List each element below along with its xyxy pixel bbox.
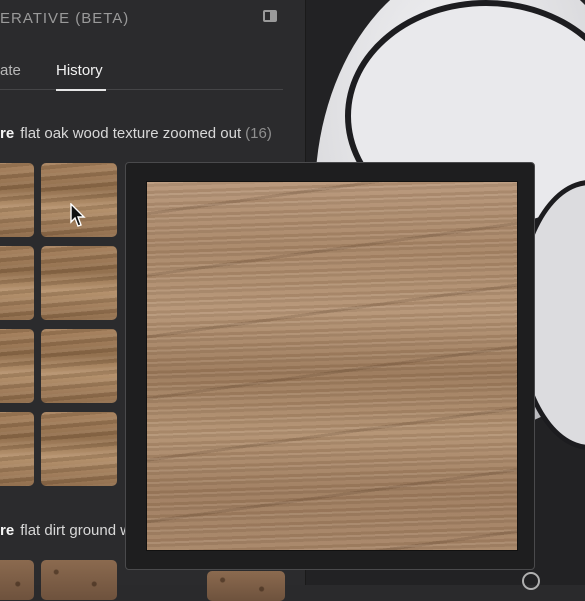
history-thumbnail[interactable]	[0, 329, 34, 403]
history-prompt-row[interactable]: re flat oak wood texture zoomed out (16)	[0, 125, 272, 142]
history-keyword: re	[0, 522, 15, 539]
tab-history[interactable]: History	[56, 62, 103, 79]
history-prompt-text: flat oak wood texture zoomed out	[20, 125, 242, 142]
panel-toggle-icon[interactable]	[263, 10, 277, 22]
history-thumbnail[interactable]	[41, 246, 117, 320]
history-prompt-text: flat dirt ground w	[20, 522, 132, 539]
history-thumbnail[interactable]	[0, 412, 34, 486]
history-prompt-row[interactable]: re flat dirt ground w	[0, 522, 131, 539]
history-keyword: re	[0, 125, 15, 142]
tab-generate[interactable]: ate	[0, 62, 21, 79]
history-thumbnail[interactable]	[41, 560, 117, 600]
preview-popup	[125, 162, 535, 570]
cursor-icon	[70, 203, 86, 227]
history-thumbnail[interactable]	[0, 163, 34, 237]
history-thumbnail[interactable]	[207, 571, 285, 601]
history-thumbnail[interactable]	[41, 412, 117, 486]
history-thumbnail[interactable]	[0, 560, 34, 600]
panel-title: ERATIVE (BETA)	[0, 10, 130, 27]
info-icon[interactable]	[522, 572, 540, 590]
history-count: (16)	[245, 125, 272, 142]
history-thumbnail[interactable]	[0, 246, 34, 320]
tab-active-underline	[56, 89, 106, 91]
tab-divider	[0, 89, 283, 90]
preview-image[interactable]	[146, 181, 518, 551]
history-thumbnail[interactable]	[41, 329, 117, 403]
